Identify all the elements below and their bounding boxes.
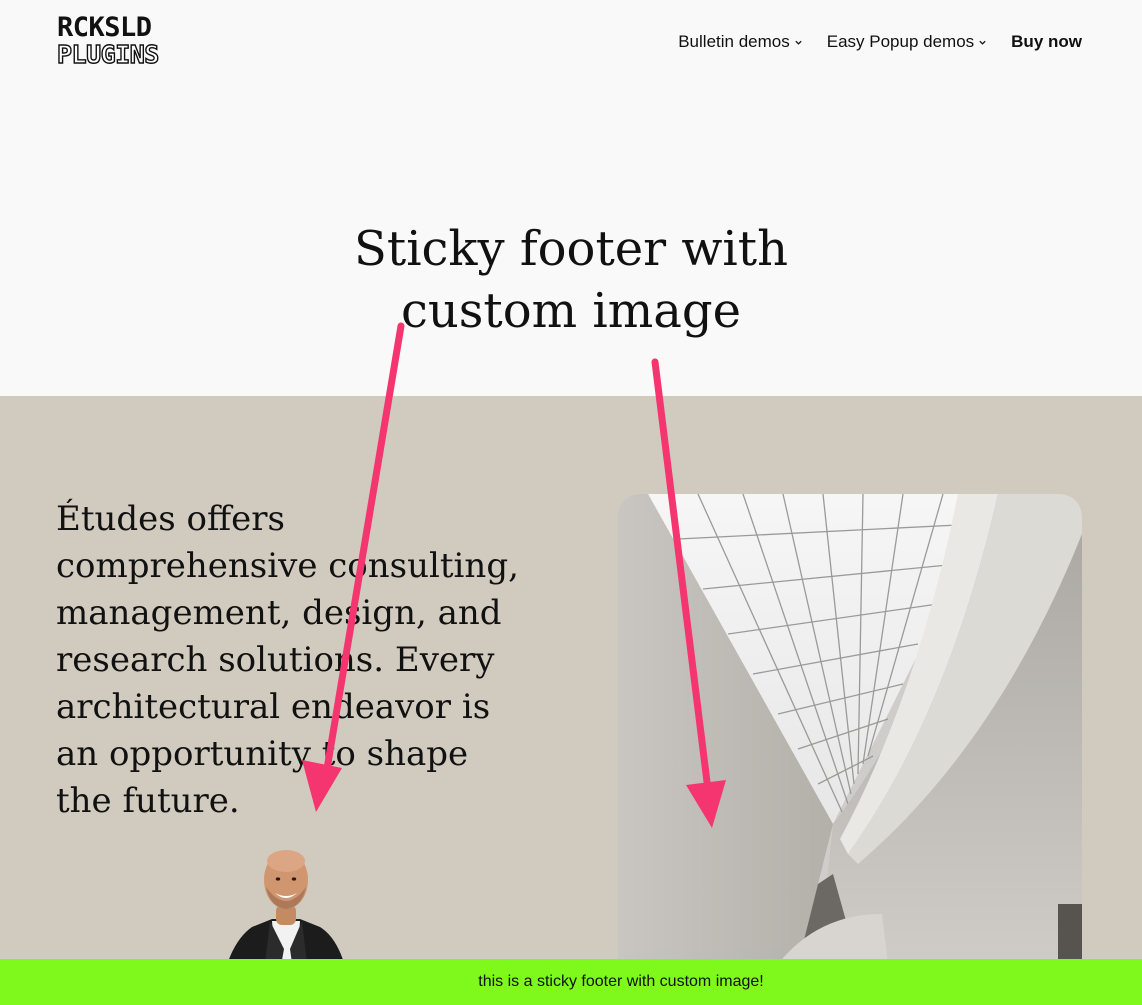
- section-paragraph: Études offers comprehensive consulting, …: [56, 499, 519, 821]
- chevron-down-icon: [795, 40, 802, 45]
- nav-easy-popup-demos-label: Easy Popup demos: [826, 32, 975, 51]
- nav-buy-now-label: Buy now: [1011, 32, 1082, 51]
- site-header: RCKSLD PLUGINS Bulletin demos Easy Popup…: [0, 0, 1142, 90]
- architecture-image: [618, 494, 1082, 964]
- nav-easy-popup-demos[interactable]: Easy Popup demos: [827, 32, 987, 52]
- logo-line-1: RCKSLD: [57, 12, 152, 43]
- page-title: Sticky footer with custom image: [0, 218, 1142, 342]
- main-nav: Bulletin demos Easy Popup demos Buy now: [678, 29, 1082, 55]
- sticky-footer-text: this is a sticky footer with custom imag…: [478, 973, 764, 990]
- site-logo[interactable]: RCKSLD PLUGINS: [56, 12, 182, 70]
- nav-buy-now[interactable]: Buy now: [1011, 32, 1082, 52]
- nav-bulletin-demos-label: Bulletin demos: [678, 32, 790, 51]
- page-title-text: Sticky footer with custom image: [354, 221, 788, 339]
- sticky-footer: this is a sticky footer with custom imag…: [0, 959, 1142, 1005]
- logo-line-2: PLUGINS: [56, 40, 160, 69]
- chevron-down-icon: [979, 40, 986, 45]
- nav-bulletin-demos[interactable]: Bulletin demos: [678, 32, 803, 52]
